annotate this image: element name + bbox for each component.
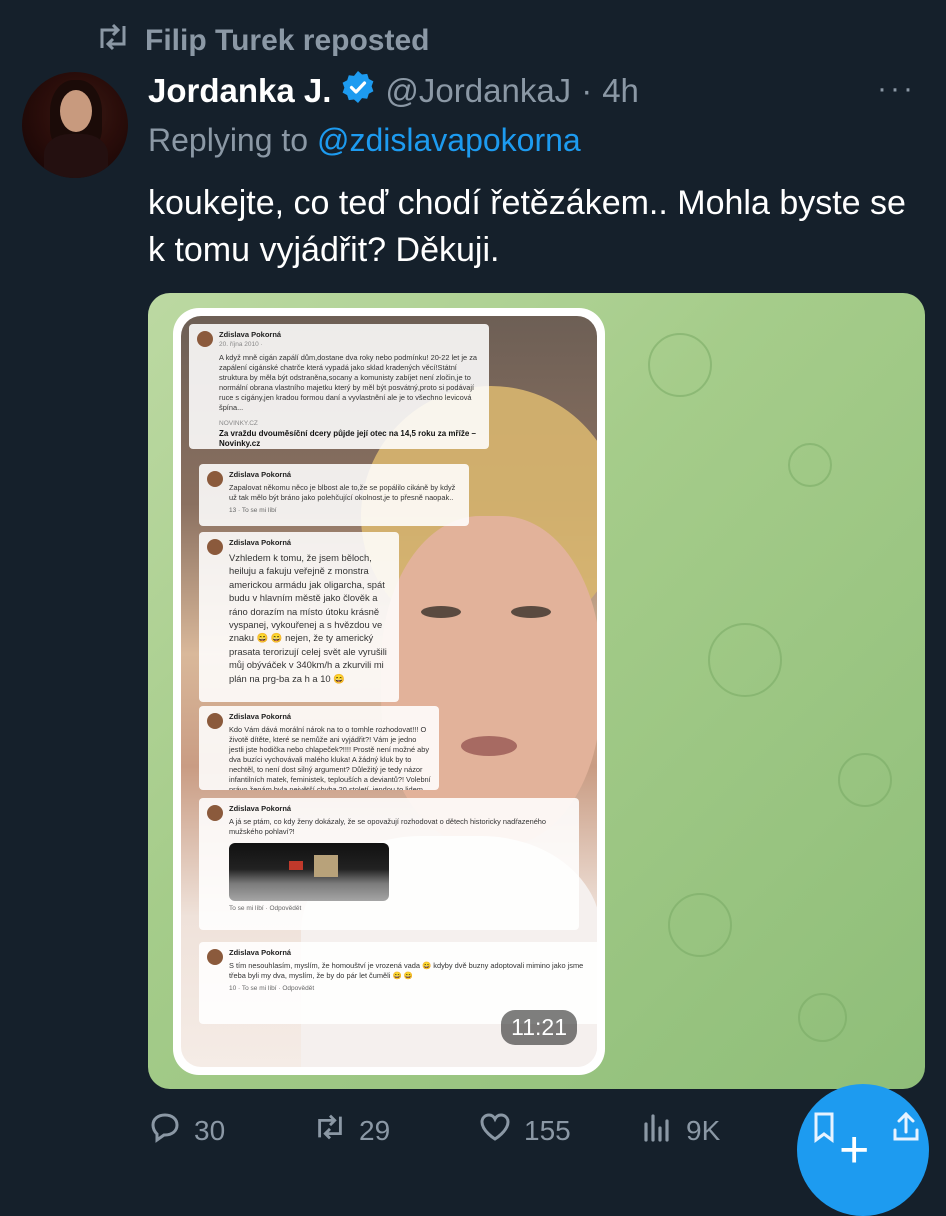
- avatar[interactable]: [22, 72, 128, 178]
- bookmark-icon[interactable]: [807, 1110, 841, 1149]
- commenter-avatar: [207, 539, 223, 555]
- reply-count: 30: [194, 1114, 226, 1146]
- replying-to: Replying to @zdislavapokorna: [148, 122, 581, 159]
- commenter-avatar: [207, 949, 223, 965]
- video-timestamp: 11:21: [501, 1010, 577, 1045]
- heart-icon: [478, 1110, 512, 1151]
- reply-icon: [148, 1110, 182, 1151]
- views-button[interactable]: 9K: [640, 1110, 720, 1151]
- moon-landing-image: [229, 843, 389, 901]
- compose-fab-button[interactable]: +: [797, 1084, 929, 1216]
- plus-icon: +: [839, 1121, 870, 1179]
- tweet-text: koukejte, co teď chodí řetězákem.. Mohla…: [148, 184, 906, 269]
- repost-label: Filip Turek reposted: [145, 24, 430, 57]
- reply-mention-link[interactable]: @zdislavapokorna: [317, 122, 581, 158]
- repost-icon: [95, 22, 131, 60]
- like-button[interactable]: 155: [478, 1110, 571, 1151]
- comment-card: Zdislava Pokorná Vzhledem k tomu, že jse…: [199, 532, 399, 702]
- commenter-avatar: [207, 471, 223, 487]
- repost-indicator[interactable]: Filip Turek reposted: [95, 22, 430, 60]
- like-count: 155: [524, 1114, 571, 1146]
- commenter-avatar: [207, 805, 223, 821]
- comment-card: Zdislava Pokorná Kdo Vám dává morální ná…: [199, 706, 439, 790]
- share-icon[interactable]: [889, 1110, 923, 1149]
- tweet-header: Jordanka J. @JordankaJ · 4h: [148, 70, 639, 112]
- verified-badge-icon: [341, 70, 375, 112]
- author-name[interactable]: Jordanka J.: [148, 72, 331, 110]
- comment-card: Zdislava Pokorná 20. října 2010 · A když…: [189, 324, 489, 449]
- repost-icon: [313, 1110, 347, 1151]
- comment-card: Zdislava Pokorná A já se ptám, co kdy že…: [199, 798, 579, 930]
- reply-prefix: Replying to: [148, 122, 309, 158]
- repost-button[interactable]: 29: [313, 1110, 390, 1151]
- commenter-avatar: [197, 331, 213, 347]
- views-count: 9K: [686, 1114, 721, 1146]
- commenter-avatar: [207, 713, 223, 729]
- reply-button[interactable]: 30: [148, 1110, 225, 1151]
- separator: ·: [581, 72, 593, 109]
- phone-screenshot: Zdislava Pokorná 20. října 2010 · A když…: [173, 308, 605, 1075]
- tweet-time[interactable]: 4h: [602, 72, 639, 110]
- views-icon: [640, 1110, 674, 1151]
- repost-count: 29: [359, 1114, 391, 1146]
- comment-card: Zdislava Pokorná Zapalovat někomu něco j…: [199, 464, 469, 526]
- more-options-icon[interactable]: ···: [877, 72, 916, 106]
- tweet-media[interactable]: Zdislava Pokorná 20. října 2010 · A když…: [148, 293, 925, 1089]
- author-handle[interactable]: @JordankaJ: [385, 72, 571, 110]
